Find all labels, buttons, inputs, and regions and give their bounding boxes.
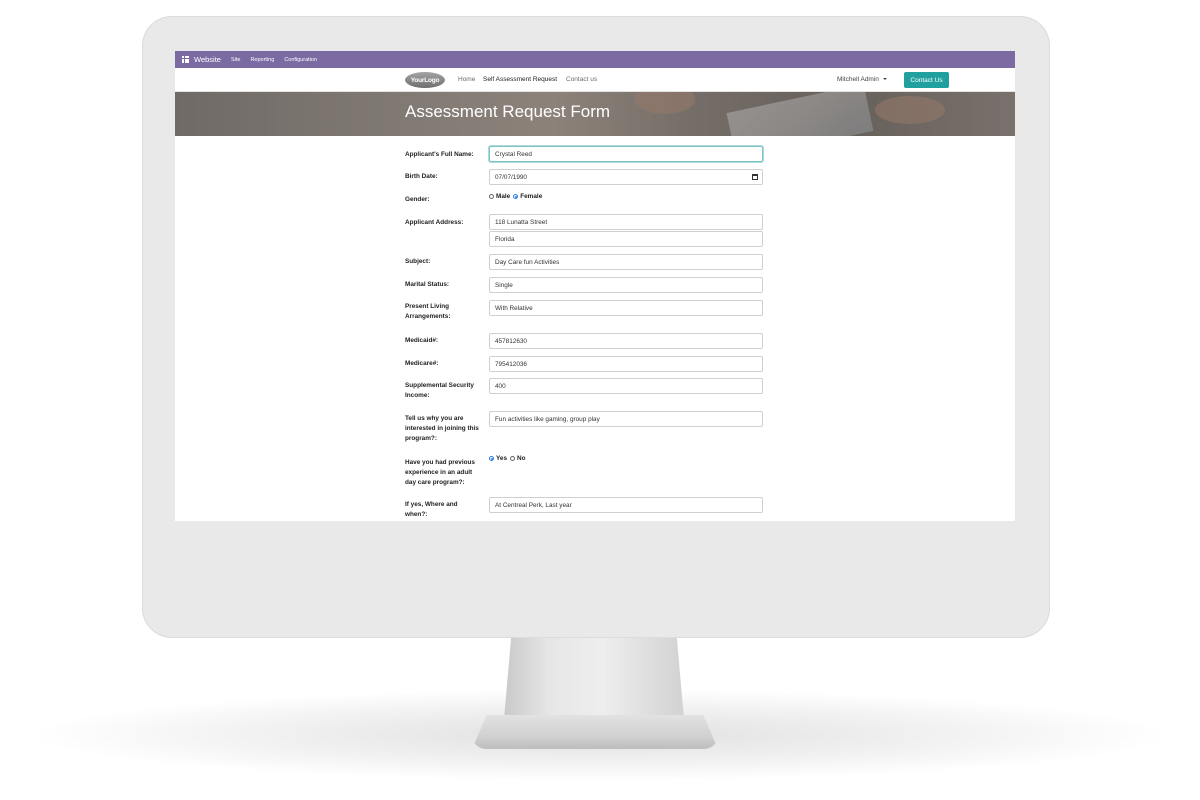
subject-input[interactable]: Day Care fun Activities (489, 254, 763, 270)
admin-brand[interactable]: Website (194, 55, 221, 64)
gender-male-label[interactable]: Male (496, 193, 510, 200)
address-line1-input[interactable]: 118 Lunatta Street (489, 214, 763, 230)
gender-female-label[interactable]: Female (520, 193, 542, 200)
ssi-input[interactable]: 400 (489, 378, 763, 394)
interest-input[interactable]: Fun activities like gaming, group play (489, 411, 763, 427)
monitor-stand-base (472, 715, 718, 749)
caret-down-icon (882, 78, 887, 81)
subject-label: Subject: (405, 258, 431, 265)
calendar-icon[interactable] (752, 174, 758, 180)
gender-female-radio[interactable] (513, 194, 519, 199)
marital-status-input[interactable]: Single (489, 277, 763, 293)
nav-link-contact[interactable]: Contact us (566, 76, 597, 83)
admin-menu-reporting[interactable]: Reporting (250, 57, 274, 63)
nav-link-home[interactable]: Home (458, 76, 475, 83)
site-logo[interactable]: YourLogo (405, 72, 445, 88)
previous-no-radio[interactable] (510, 456, 516, 461)
apps-grid-icon[interactable] (182, 56, 189, 63)
nav-link-self-assessment[interactable]: Self Assessment Request (483, 76, 557, 83)
living-arrangements-label: Present Living Arrangements: (405, 303, 451, 320)
user-name: Mitchell Admin (837, 76, 879, 83)
previous-experience-label: Have you had previous experience in an a… (405, 459, 475, 486)
page-title: Assessment Request Form (405, 102, 611, 121)
gender-male-radio[interactable] (489, 194, 494, 199)
admin-menu-site[interactable]: Site (231, 57, 240, 63)
admin-bar: Website Site Reporting Configuration (175, 51, 1015, 68)
birth-date-value: 07/07/1990 (495, 173, 527, 181)
medicaid-input[interactable]: 457812630 (489, 333, 763, 349)
contact-us-button[interactable]: Contact Us (904, 72, 949, 88)
ssi-label: Supplemental Security Income: (405, 382, 474, 399)
medicaid-label: Medicaid#: (405, 337, 439, 344)
gender-radio-group: Male Female (489, 193, 545, 200)
gender-label: Gender: (405, 196, 430, 203)
user-menu[interactable]: Mitchell Admin (837, 76, 887, 83)
medicare-label: Medicare#: (405, 360, 439, 367)
birth-date-input[interactable]: 07/07/1990 (489, 169, 763, 185)
monitor-stand-neck (504, 637, 684, 719)
full-name-input[interactable]: Crystal Reed (489, 146, 763, 162)
previous-yes-label[interactable]: Yes (496, 455, 507, 462)
admin-menu-configuration[interactable]: Configuration (284, 57, 317, 63)
where-when-input[interactable]: At Centreal Perk, Last year (489, 497, 763, 513)
address-label: Applicant Address: (405, 219, 464, 226)
site-navbar: YourLogo Home Self Assessment Request Co… (175, 68, 1015, 92)
medicare-input[interactable]: 795412036 (489, 356, 763, 372)
previous-no-label[interactable]: No (517, 455, 526, 462)
where-when-label: If yes, Where and when?: (405, 501, 458, 518)
marital-status-label: Marital Status: (405, 281, 450, 288)
previous-experience-radio-group: Yes No (489, 455, 529, 462)
birth-date-label: Birth Date: (405, 173, 438, 180)
address-line2-input[interactable]: Florida (489, 231, 763, 247)
hero-banner: Assessment Request Form (175, 92, 1015, 136)
previous-yes-radio[interactable] (489, 456, 494, 461)
interest-label: Tell us why you are interested in joinin… (405, 415, 479, 442)
screen: Website Site Reporting Configuration You… (175, 51, 1015, 521)
full-name-label: Applicant's Full Name: (405, 151, 474, 158)
living-arrangements-input[interactable]: With Relative (489, 300, 763, 316)
